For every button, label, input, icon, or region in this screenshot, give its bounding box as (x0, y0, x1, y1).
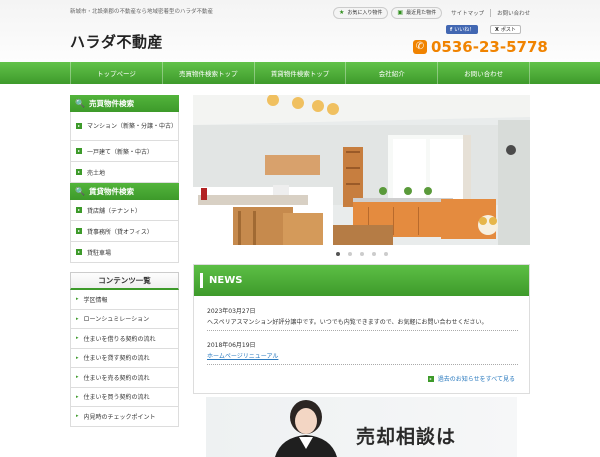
star-icon: ★ (339, 9, 345, 16)
sidebar-item-label: マンション（新築・分譲・中古） (87, 122, 178, 130)
nav-item-rent-search[interactable]: 賃貸物件検索トップ (255, 62, 347, 84)
site-header: 新城市・北設楽郡の不動産なら地域密着型のハラダ不動産 ハラダ不動産 ★ お気に入り… (0, 0, 600, 62)
sell-consultation-banner[interactable]: 売却相談は (206, 397, 517, 457)
sidebar-item-office[interactable]: ▸ 貸事務所（貸オフィス） (70, 221, 179, 242)
news-link[interactable]: ホームページリニューアル (207, 351, 518, 360)
contents-item-label: 内見時のチェックポイント (83, 413, 156, 421)
interior-photo (193, 95, 530, 245)
nav-item-contact[interactable]: お問い合わせ (438, 62, 530, 84)
contents-item-sell-flow[interactable]: ▸ 住まいを売る契約の流れ (70, 368, 179, 388)
news-title: NEWS (209, 275, 243, 286)
contents-item-label: 住まいを貸す契約の流れ (83, 355, 150, 363)
contents-heading: コンテンツ一覧 (70, 272, 179, 290)
banner-text: 売却相談は (356, 426, 457, 448)
phone-number: 0536-23-5778 (431, 38, 548, 56)
sidebar: 🔍 売買物件検索 ▸ マンション（新築・分譲・中古） ▸ 一戸建て（新築・中古） ▸ 売… (70, 95, 179, 427)
arrow-right-icon: ▸ (76, 228, 82, 234)
search-icon: 🔍 (75, 187, 85, 196)
recent-label: 最近見た物件 (406, 10, 437, 16)
sidebar-item-store[interactable]: ▸ 貸店舗（テナント） (70, 200, 179, 221)
arrow-right-icon: ▸ (76, 169, 82, 175)
history-icon: ▣ (397, 9, 404, 16)
sidebar-item-label: 貸店舗（テナント） (87, 207, 142, 215)
favorites-button[interactable]: ★ お気に入り物件 (333, 6, 389, 19)
person-photo (275, 400, 337, 457)
arrow-right-icon: ▸ (76, 148, 82, 154)
arrow-right-icon: ▸ (76, 249, 82, 255)
sidebar-item-house[interactable]: ▸ 一戸建て（新築・中古） (70, 141, 179, 162)
sidebar-item-label: 貸駐車場 (87, 249, 112, 257)
slider-dot[interactable] (371, 252, 376, 256)
chevron-right-icon: ▸ (76, 374, 79, 381)
contents-item-school[interactable]: ▸ 学区情報 (70, 290, 179, 310)
slider-dot[interactable] (383, 252, 388, 256)
contents-item-rent-flow[interactable]: ▸ 住まいを借りる契約の流れ (70, 329, 179, 349)
arrow-right-icon: ▸ (427, 375, 434, 382)
utility-bar: ★ お気に入り物件 ▣ 最近見た物件 サイトマップ お問い合わせ (333, 6, 536, 19)
nav-item-top[interactable]: トップページ (70, 62, 163, 84)
facebook-like-button[interactable]: f いいね！ (446, 25, 479, 34)
news-entry: 2023年03月27日 ヘスペリアスマンション好評分譲中です。いつでも内覧できま… (207, 306, 518, 331)
contents-item-label: 住まいを買う契約の流れ (83, 394, 150, 402)
nav-item-company[interactable]: 会社紹介 (346, 62, 439, 84)
contents-item-loan[interactable]: ▸ ローンシュミレーション (70, 309, 179, 329)
chevron-right-icon: ▸ (76, 354, 79, 361)
tw-label: ポスト (500, 27, 516, 33)
arrow-right-icon: ▸ (76, 123, 82, 129)
news-date: 2018年06月19日 (207, 342, 256, 349)
news-text: ヘスペリアスマンション好評分譲中です。いつでも内覧できますので、お気軽にお問い合… (207, 319, 488, 326)
slider-dots (193, 252, 530, 256)
chevron-right-icon: ▸ (76, 393, 79, 400)
news-entry: 2018年06月19日 ホームページリニューアル (207, 340, 518, 365)
sidebar-item-label: 売土地 (87, 169, 106, 177)
sale-search-heading: 🔍 売買物件検索 (70, 95, 179, 112)
chevron-right-icon: ▸ (76, 315, 79, 322)
x-post-button[interactable]: X ポスト (490, 25, 521, 34)
global-nav: トップページ 売買物件検索トップ 賃貸物件検索トップ 会社紹介 お問い合わせ (0, 62, 600, 84)
contents-item-lend-flow[interactable]: ▸ 住まいを貸す契約の流れ (70, 348, 179, 368)
sidebar-item-label: 一戸建て（新築・中古） (87, 148, 154, 156)
contents-item-label: 住まいを借りる契約の流れ (83, 335, 156, 343)
site-tagline: 新城市・北設楽郡の不動産なら地域密着型のハラダ不動産 (70, 9, 214, 15)
sidebar-item-parking[interactable]: ▸ 貸駐車場 (70, 242, 179, 263)
sale-search-title: 売買物件検索 (88, 99, 134, 108)
favorites-label: お気に入り物件 (347, 10, 383, 16)
hero-slider[interactable] (193, 95, 530, 245)
contents-item-label: 学区情報 (83, 296, 108, 304)
contents-item-buy-flow[interactable]: ▸ 住まいを買う契約の流れ (70, 387, 179, 407)
sidebar-item-label: 貸事務所（貸オフィス） (87, 228, 153, 236)
arrow-right-icon: ▸ (76, 207, 82, 213)
rent-search-heading: 🔍 賃貸物件検索 (70, 183, 179, 200)
chevron-right-icon: ▸ (76, 335, 79, 342)
contact-link[interactable]: お問い合わせ (490, 8, 536, 17)
chevron-right-icon: ▸ (76, 413, 79, 420)
news-section: NEWS 2023年03月27日 ヘスペリアスマンション好評分譲中です。いつでも… (193, 264, 530, 394)
slider-dot[interactable] (359, 252, 364, 256)
recent-button[interactable]: ▣ 最近見た物件 (391, 6, 443, 19)
contents-item-label: ローンシュミレーション (83, 316, 150, 324)
phone-block[interactable]: ✆ 0536-23-5778 (413, 38, 548, 56)
search-icon: 🔍 (75, 99, 85, 108)
contents-item-checkpoint[interactable]: ▸ 内見時のチェックポイント (70, 407, 179, 427)
rent-search-title: 賃貸物件検索 (88, 187, 134, 196)
fb-label: いいね！ (454, 27, 475, 33)
slider-dot[interactable] (335, 252, 340, 256)
news-more-link[interactable]: ▸ 過去のお知らせをすべて見る (427, 374, 515, 383)
x-icon: X (495, 26, 499, 33)
phone-icon: ✆ (413, 40, 427, 54)
facebook-icon: f (450, 26, 453, 33)
chevron-right-icon: ▸ (76, 296, 79, 303)
slider-dot[interactable] (347, 252, 352, 256)
news-header: NEWS (194, 265, 529, 296)
contents-item-label: 住まいを売る契約の流れ (83, 374, 150, 382)
site-logo[interactable]: ハラダ不動産 (70, 31, 163, 52)
nav-item-sale-search[interactable]: 売買物件検索トップ (163, 62, 255, 84)
news-bar (200, 273, 203, 288)
sidebar-item-mansion[interactable]: ▸ マンション（新築・分譲・中古） (70, 112, 179, 141)
news-more-label: 過去のお知らせをすべて見る (437, 376, 515, 383)
news-date: 2023年03月27日 (207, 308, 256, 315)
sidebar-item-land[interactable]: ▸ 売土地 (70, 162, 179, 183)
sitemap-link[interactable]: サイトマップ (445, 9, 490, 17)
